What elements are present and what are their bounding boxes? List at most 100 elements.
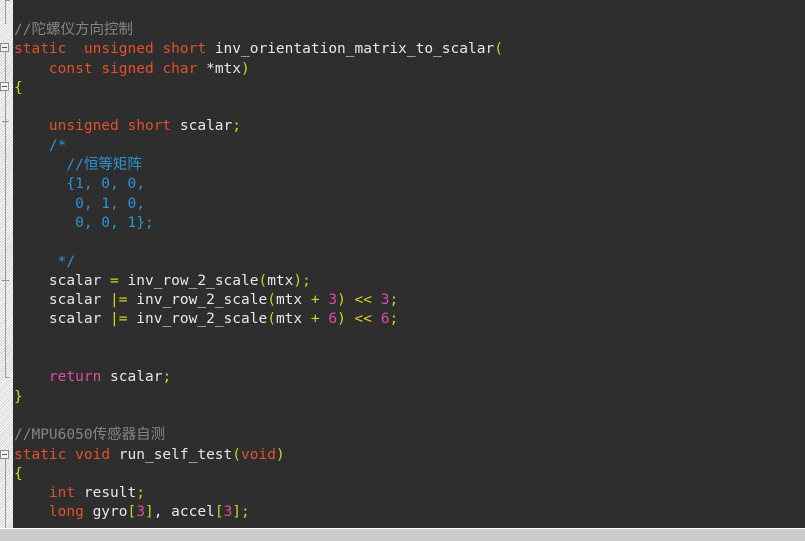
code-token: 6 <box>328 311 338 328</box>
code-token: mtx <box>214 60 242 77</box>
code-token: |= <box>110 311 128 328</box>
code-token: inv_row_2_scale <box>136 292 268 309</box>
code-token: + <box>310 292 320 309</box>
code-line[interactable]: scalar |= inv_row_2_scale(mtx + 3) << 3; <box>13 291 805 310</box>
code-token: { <box>14 79 23 96</box>
fold-rail-segment <box>5 459 6 528</box>
code-token: run_self_test <box>118 446 233 463</box>
code-token: ) <box>241 60 250 77</box>
code-line[interactable]: { <box>13 465 805 484</box>
code-text-area[interactable]: //陀螺仪方向控制 static unsigned short inv_orien… <box>13 0 805 528</box>
code-token: mtx <box>275 311 303 328</box>
code-token: unsigned <box>83 41 154 58</box>
code-token: ; <box>232 118 242 135</box>
code-token: inv_row_2_scale <box>127 272 259 289</box>
code-folding-gutter[interactable] <box>0 0 13 528</box>
code-token: ] <box>232 504 242 521</box>
fold-toggle-block-1[interactable] <box>0 82 9 91</box>
code-token: ( <box>494 41 503 58</box>
code-line[interactable]: return scalar; <box>13 368 805 387</box>
code-token: << <box>354 311 373 328</box>
code-line[interactable]: 0, 1, 0, <box>13 195 805 214</box>
code-token: scalar <box>48 311 102 328</box>
code-token: long <box>48 504 84 521</box>
code-token: ) <box>337 311 346 328</box>
code-token: static <box>14 41 67 58</box>
code-token: //陀螺仪方向控制 <box>14 22 133 38</box>
code-line[interactable]: //恒等矩阵 <box>13 156 805 175</box>
code-line[interactable]: static unsigned short inv_orientation_ma… <box>13 40 805 59</box>
code-token: void <box>75 446 111 463</box>
code-token: + <box>310 311 320 328</box>
code-line[interactable]: 0, 0, 1}; <box>13 214 805 233</box>
code-line[interactable]: long gyro[3], accel[3]; <box>13 503 805 522</box>
code-token: signed <box>101 60 154 77</box>
code-token: result <box>83 485 137 502</box>
code-token: ; <box>389 292 399 309</box>
code-token: /* <box>14 137 67 154</box>
code-token: mtx <box>267 272 294 289</box>
code-token: int <box>48 485 76 502</box>
code-line[interactable]: scalar |= inv_row_2_scale(mtx + 6) << 6; <box>13 310 805 329</box>
code-token: * <box>206 60 215 77</box>
code-line[interactable]: const signed char *mtx) <box>13 60 805 79</box>
code-line[interactable]: int result; <box>13 484 805 503</box>
code-token: ; <box>136 485 145 502</box>
code-line[interactable]: scalar = inv_row_2_scale(mtx); <box>13 272 805 291</box>
code-line[interactable]: /* <box>13 137 805 156</box>
code-token: << <box>354 292 373 309</box>
code-token: ( <box>267 311 276 328</box>
fold-toggle-block-2[interactable] <box>0 450 9 459</box>
code-token: scalar <box>48 272 102 289</box>
code-line[interactable] <box>13 98 805 117</box>
code-token: ; <box>241 504 250 521</box>
fold-rail-endcap <box>5 0 10 1</box>
code-line[interactable] <box>13 330 805 349</box>
code-token: ] <box>144 504 154 521</box>
code-token: {1, 0, 0, <box>14 176 145 193</box>
code-line[interactable]: } <box>13 388 805 407</box>
code-line[interactable] <box>13 407 805 426</box>
code-token: gyro <box>92 504 128 521</box>
code-token: ; <box>162 369 172 386</box>
code-token: static <box>14 446 67 463</box>
code-line[interactable] <box>13 233 805 252</box>
code-token: scalar <box>48 292 102 309</box>
code-line[interactable]: */ <box>13 253 805 272</box>
code-token: , <box>153 504 172 521</box>
code-line[interactable] <box>13 349 805 368</box>
code-token: scalar <box>179 118 233 135</box>
code-token: |= <box>110 292 128 309</box>
code-token: inv_row_2_scale <box>136 311 268 328</box>
code-line[interactable]: static void run_self_test(void) <box>13 446 805 465</box>
fold-toggle-function-1[interactable] <box>0 43 9 52</box>
code-line[interactable]: //MPU6050传感器自测 <box>13 426 805 445</box>
code-token: inv_orientation_matrix_to_scalar <box>214 41 495 58</box>
code-token: ) <box>293 272 303 289</box>
code-token: ; <box>389 311 399 328</box>
code-token: char <box>162 60 198 77</box>
code-token: scalar <box>110 369 163 386</box>
code-token: 3 <box>223 504 233 521</box>
code-line[interactable]: //陀螺仪方向控制 <box>13 21 805 40</box>
code-line[interactable]: {1, 0, 0, <box>13 175 805 194</box>
code-line[interactable]: unsigned short scalar; <box>13 117 805 136</box>
code-line[interactable]: { <box>13 79 805 98</box>
code-token: [ <box>127 504 137 521</box>
